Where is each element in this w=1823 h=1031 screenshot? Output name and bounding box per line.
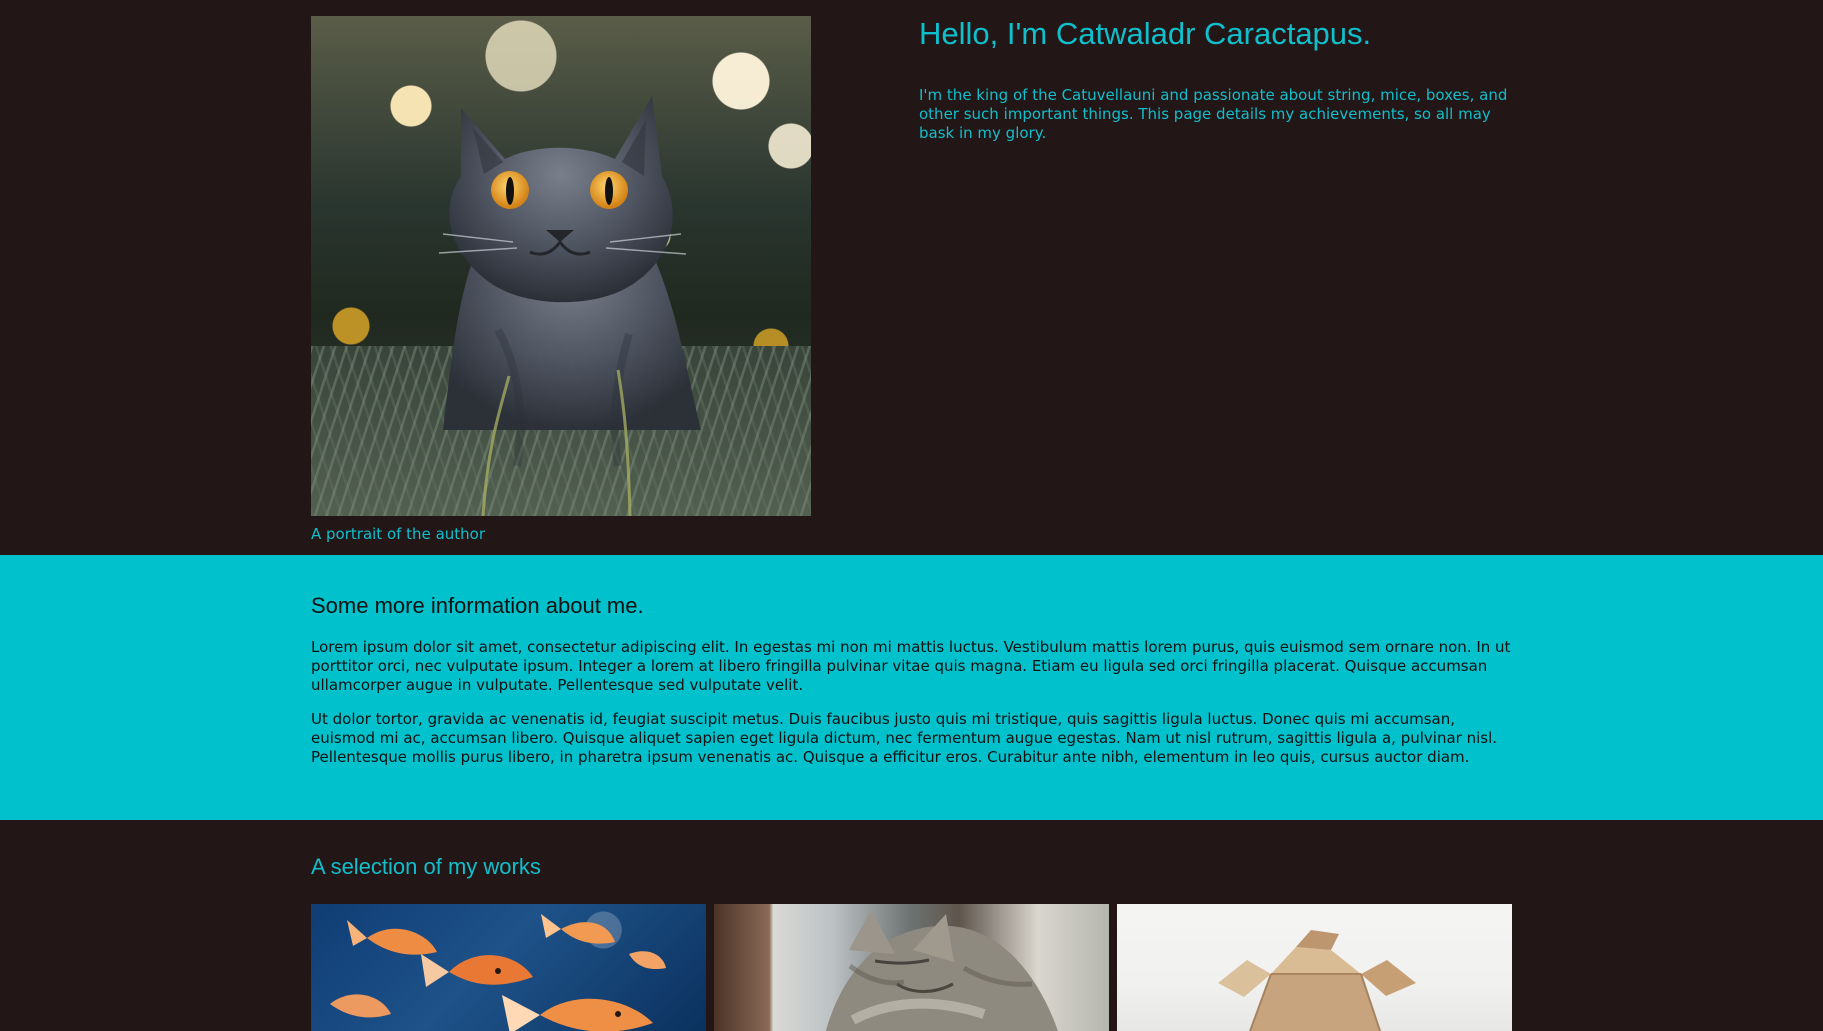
goldfish-image bbox=[330, 914, 666, 1031]
works-heading: A selection of my works bbox=[311, 854, 541, 879]
intro-text: I'm the king of the Catuvellauni and pas… bbox=[919, 86, 1508, 142]
works-section: A selection of my works bbox=[0, 820, 1823, 1031]
author-portrait-image bbox=[311, 16, 811, 516]
portfolio-page: A portrait of the author Hello, I'm Catw… bbox=[0, 0, 1823, 1031]
goldfish-work-card[interactable] bbox=[311, 904, 706, 1031]
author-portrait-figure: A portrait of the author bbox=[311, 16, 811, 543]
about-paragraph-2: Ut dolor tortor, gravida ac venenatis id… bbox=[311, 710, 1498, 766]
sleeping-cat-image bbox=[825, 910, 1058, 1031]
page-title: Hello, I'm Catwaladr Caractapus. bbox=[919, 16, 1372, 51]
gray-cat-illustration bbox=[438, 96, 701, 516]
about-paragraph-1: Lorem ipsum dolor sit amet, consectetur … bbox=[311, 638, 1511, 694]
sleeping-cat-work-card[interactable] bbox=[714, 904, 1109, 1031]
about-section: Some more information about me. Lorem ip… bbox=[0, 555, 1823, 820]
portrait-caption: A portrait of the author bbox=[311, 525, 485, 543]
intro-panel: Hello, I'm Catwaladr Caractapus. I'm the… bbox=[919, 16, 1509, 143]
works-gallery bbox=[311, 904, 1512, 1031]
hero-section: A portrait of the author Hello, I'm Catw… bbox=[0, 0, 1823, 555]
about-heading: Some more information about me. bbox=[311, 593, 644, 618]
cardboard-box-work-card[interactable] bbox=[1117, 904, 1512, 1031]
cardboard-box-image bbox=[1218, 930, 1416, 1031]
